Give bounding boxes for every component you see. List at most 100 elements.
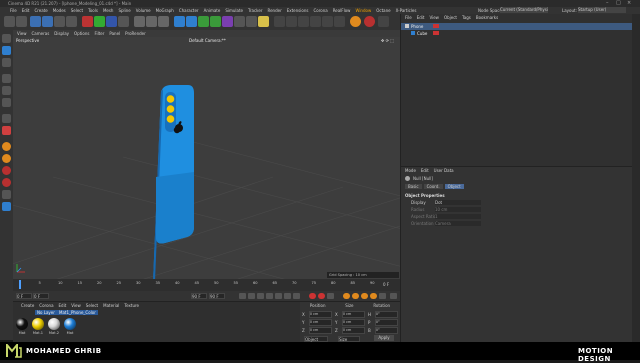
redo-icon[interactable] bbox=[16, 16, 27, 27]
material-menu-corona[interactable]: Corona bbox=[39, 303, 53, 308]
deformer-icon[interactable] bbox=[222, 16, 233, 27]
object-manager-menu-view[interactable]: View bbox=[429, 15, 439, 20]
attribute-value-field[interactable]: 1 bbox=[435, 214, 481, 219]
attribute-menu-user-data[interactable]: User Data bbox=[434, 168, 454, 173]
menu-item-spline[interactable]: Spline bbox=[118, 8, 130, 13]
menu-item-modes[interactable]: Modes bbox=[53, 8, 66, 13]
current-frame-field[interactable]: 0 F bbox=[33, 293, 49, 299]
prev-frame-icon[interactable] bbox=[257, 293, 264, 299]
object-manager-menu-object[interactable]: Object bbox=[444, 15, 457, 20]
next-key-icon[interactable] bbox=[284, 293, 291, 299]
menu-item-character[interactable]: Character bbox=[179, 8, 199, 13]
render-settings-icon[interactable] bbox=[158, 16, 169, 27]
attribute-tab-coord[interactable]: Coord. bbox=[423, 184, 443, 189]
phone-model[interactable] bbox=[153, 85, 194, 279]
plugin-icon-4[interactable] bbox=[310, 16, 321, 27]
viewport-nav-icons[interactable]: ✥ ⟳ ⬚ bbox=[381, 38, 394, 43]
go-to-end-icon[interactable] bbox=[293, 293, 300, 299]
menu-item-animate[interactable]: Animate bbox=[204, 8, 221, 13]
material-menu-texture[interactable]: Texture bbox=[124, 303, 139, 308]
viewport[interactable]: Perspective Default Camera:** ✥ ⟳ ⬚ bbox=[13, 37, 400, 279]
plugin-icon-5[interactable] bbox=[322, 16, 333, 27]
texture-mode-icon[interactable] bbox=[2, 58, 11, 67]
misc-icon[interactable] bbox=[378, 16, 389, 27]
viewport-menu-view[interactable]: View bbox=[17, 31, 27, 36]
minimize-icon[interactable]: – bbox=[606, 0, 609, 6]
material-menu-create[interactable]: Create bbox=[21, 303, 34, 308]
make-editable-icon[interactable] bbox=[2, 34, 11, 43]
menu-item-tracker[interactable]: Tracker bbox=[248, 8, 262, 13]
coord-value-field[interactable]: 0 cm bbox=[341, 318, 365, 326]
render-engine-icon[interactable] bbox=[350, 16, 361, 27]
coordinate-system-icon[interactable] bbox=[118, 16, 129, 27]
attribute-value-field[interactable]: Camera bbox=[435, 221, 481, 226]
pen-icon[interactable] bbox=[186, 16, 197, 27]
timeline-menu-icon[interactable] bbox=[390, 293, 397, 299]
coord-value-field[interactable]: 0 cm bbox=[308, 326, 332, 334]
coord-value-field[interactable]: 0° bbox=[374, 326, 398, 334]
plugin-icon-3[interactable] bbox=[298, 16, 309, 27]
timeline-ruler[interactable]: 051015202530354045505560657075808590 0 F bbox=[13, 279, 400, 291]
render-view-icon[interactable] bbox=[134, 16, 145, 27]
key-pla-icon[interactable] bbox=[379, 293, 386, 299]
plugin-s-icon-5[interactable] bbox=[2, 190, 11, 199]
attribute-value-field[interactable]: 10 cm bbox=[435, 207, 481, 212]
material-swatch[interactable]: Mat bbox=[63, 317, 77, 341]
object-manager-menu-bookmarks[interactable]: Bookmarks bbox=[476, 15, 498, 20]
snap-icon[interactable] bbox=[2, 126, 11, 135]
menu-item-mesh[interactable]: Mesh bbox=[103, 8, 114, 13]
plugin-icon-6[interactable] bbox=[334, 16, 345, 27]
material-menu-view[interactable]: View bbox=[71, 303, 81, 308]
plugin-s-icon-2[interactable] bbox=[2, 154, 11, 163]
viewport-menu-filter[interactable]: Filter bbox=[94, 31, 104, 36]
menu-item-x-particles[interactable]: X-Particles bbox=[396, 8, 417, 13]
go-to-start-icon[interactable] bbox=[239, 293, 246, 299]
coord-value-field[interactable]: 0 cm bbox=[341, 326, 365, 334]
model-mode-icon[interactable] bbox=[2, 46, 11, 55]
menu-item-mograph[interactable]: MoGraph bbox=[156, 8, 174, 13]
plugin-s-icon-3[interactable] bbox=[2, 166, 11, 175]
coord-value-field[interactable]: 0 cm bbox=[341, 310, 365, 318]
close-icon[interactable]: × bbox=[627, 0, 631, 6]
menu-item-volume[interactable]: Volume bbox=[136, 8, 151, 13]
material-swatch[interactable]: Mat.1 bbox=[31, 317, 45, 341]
polygons-mode-icon[interactable] bbox=[2, 98, 11, 107]
move-icon[interactable] bbox=[42, 16, 53, 27]
x-axis-icon[interactable] bbox=[82, 16, 93, 27]
coord-value-field[interactable]: 0 cm bbox=[308, 318, 332, 326]
menu-item-octane[interactable]: Octane bbox=[376, 8, 390, 13]
prev-key-icon[interactable] bbox=[248, 293, 255, 299]
viewport-menu-options[interactable]: Options bbox=[74, 31, 89, 36]
menu-item-create[interactable]: Create bbox=[34, 8, 47, 13]
floor-icon[interactable] bbox=[234, 16, 245, 27]
plugin-icon-1[interactable] bbox=[274, 16, 285, 27]
object-tags[interactable] bbox=[433, 31, 439, 35]
rotate-icon[interactable] bbox=[66, 16, 77, 27]
maximize-icon[interactable]: □ bbox=[616, 0, 621, 6]
viewport-menu-display[interactable]: Display bbox=[54, 31, 69, 36]
edges-mode-icon[interactable] bbox=[2, 86, 11, 95]
menu-item-window[interactable]: Window bbox=[355, 8, 371, 13]
playhead[interactable] bbox=[19, 280, 21, 289]
live-selection-icon[interactable] bbox=[30, 16, 41, 27]
material-menu-select[interactable]: Select bbox=[86, 303, 98, 308]
max-frame-field-2[interactable]: 90 F bbox=[209, 293, 225, 299]
camera-icon[interactable] bbox=[246, 16, 257, 27]
layer-chip-phone-color[interactable]: Mat1_Phone_Color bbox=[57, 310, 98, 315]
plugin-s-icon-4[interactable] bbox=[2, 178, 11, 187]
viewport-menu-prorender[interactable]: ProRender bbox=[125, 31, 146, 36]
coord-value-field[interactable]: 0 cm bbox=[308, 310, 332, 318]
z-axis-icon[interactable] bbox=[106, 16, 117, 27]
plugin-icon-2[interactable] bbox=[286, 16, 297, 27]
light-icon[interactable] bbox=[258, 16, 269, 27]
keyframe-selection-icon[interactable] bbox=[327, 293, 334, 299]
coord-value-field[interactable]: 0° bbox=[374, 318, 398, 326]
layout-dropdown[interactable]: Startup (User) bbox=[578, 7, 626, 13]
menu-item-corona[interactable]: Corona bbox=[313, 8, 327, 13]
points-mode-icon[interactable] bbox=[2, 74, 11, 83]
attribute-menu-edit[interactable]: Edit bbox=[421, 168, 429, 173]
max-frame-field[interactable]: 90 F bbox=[191, 293, 207, 299]
layer-chip-no-layer[interactable]: No Layer bbox=[35, 310, 57, 315]
array-icon[interactable] bbox=[210, 16, 221, 27]
object-manager-menu-edit[interactable]: Edit bbox=[417, 15, 425, 20]
